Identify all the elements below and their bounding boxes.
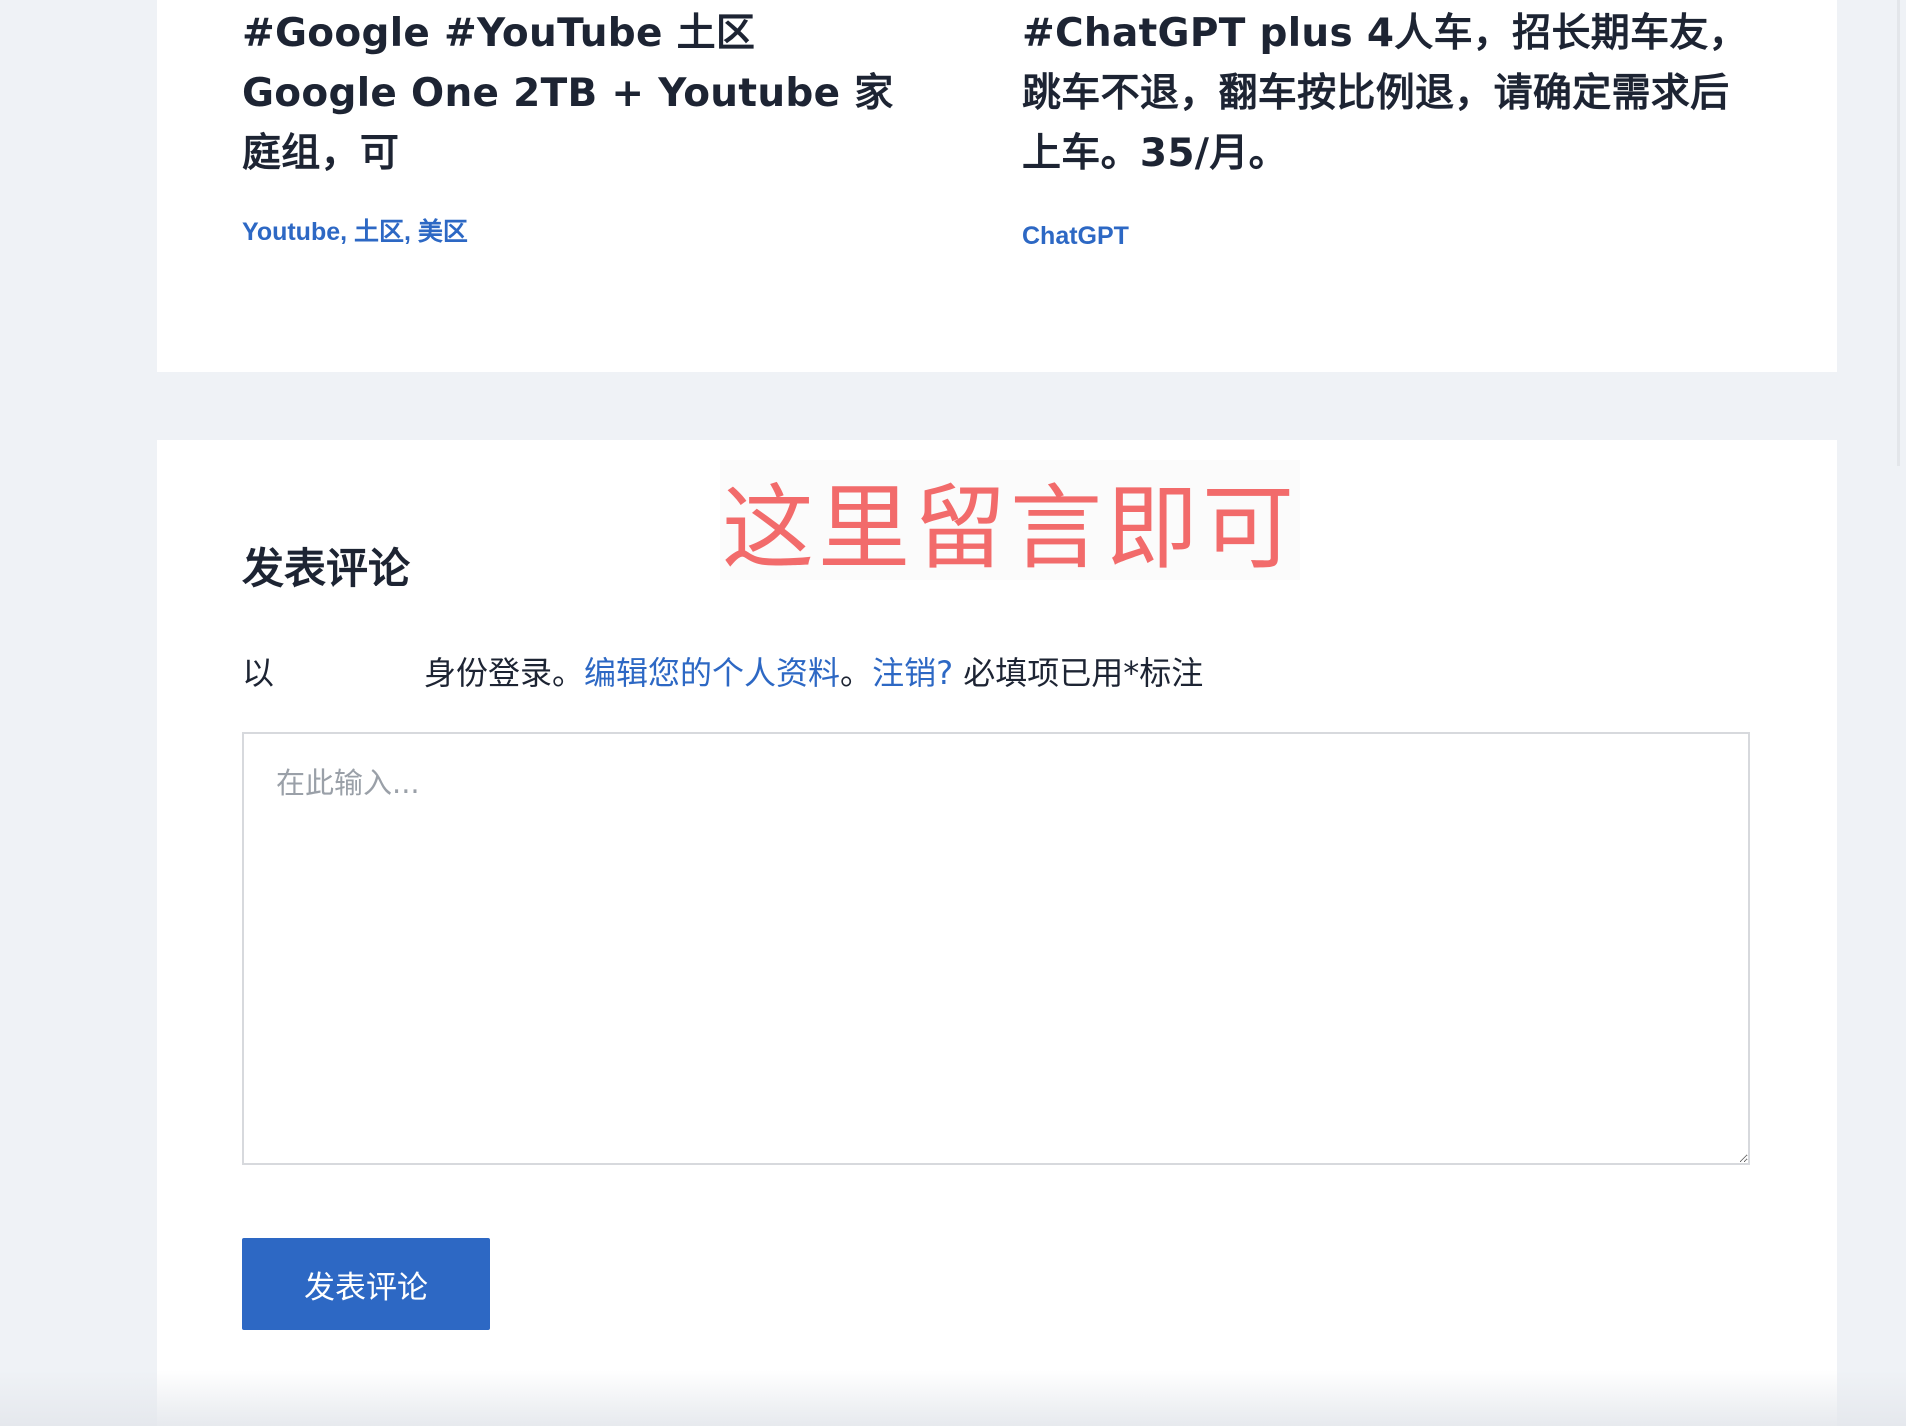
post-tag-list[interactable]: ChatGPT	[1022, 222, 1129, 250]
logout-link[interactable]: 注销?	[872, 654, 953, 692]
redacted-username	[274, 657, 425, 693]
login-suffix: 身份登录。	[424, 654, 585, 692]
logged-in-notice: 以 身份登录。编辑您的个人资料。注销? 必填项已用*标注	[242, 648, 1203, 694]
comment-form-card: 发表评论 以 身份登录。编辑您的个人资料。注销? 必填项已用*标注 发表评论	[157, 440, 1837, 1426]
post-tag-list[interactable]: Youtube, 土区, 美区	[242, 218, 468, 246]
required-fields-note: 必填项已用*标注	[963, 654, 1204, 692]
related-post-tags: ChatGPT	[1022, 222, 1762, 251]
page-scrollbar-edge	[1897, 0, 1900, 466]
edit-profile-link[interactable]: 编辑您的个人资料	[584, 654, 840, 692]
related-post[interactable]: #ChatGPT plus 4人车，招长期车友，跳车不退，翻车按比例退，请确定需…	[1022, 0, 1762, 251]
related-post-tags: Youtube, 土区, 美区	[242, 212, 922, 248]
comment-textarea[interactable]	[242, 732, 1750, 1165]
related-post[interactable]: #Google #YouTube 土区 Google One 2TB + You…	[242, 0, 922, 248]
submit-comment-button[interactable]: 发表评论	[242, 1238, 490, 1330]
login-prefix: 以	[242, 654, 275, 692]
related-posts-card: #Google #YouTube 土区 Google One 2TB + You…	[157, 0, 1837, 372]
annotation-overlay: 这里留言即可	[720, 460, 1300, 582]
comment-heading: 发表评论	[242, 544, 411, 593]
related-post-title[interactable]: #ChatGPT plus 4人车，招长期车友，跳车不退，翻车按比例退，请确定需…	[1022, 4, 1762, 184]
separator-text: 。	[840, 654, 873, 692]
related-post-title[interactable]: #Google #YouTube 土区 Google One 2TB + You…	[242, 4, 922, 184]
